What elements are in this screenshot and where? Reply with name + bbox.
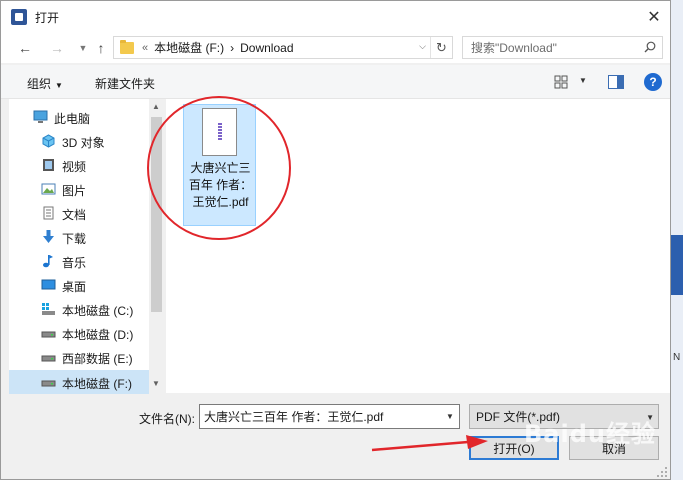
sidebar-item-music[interactable]: 音乐: [9, 249, 149, 273]
search-box[interactable]: [462, 36, 663, 59]
sidebar-item-documents[interactable]: 文档: [9, 201, 149, 225]
organize-menu[interactable]: 组织 ▼: [27, 75, 63, 92]
drive-c-icon: [42, 303, 55, 315]
search-icon[interactable]: [644, 41, 656, 53]
address-bar[interactable]: « 本地磁盘 (F:) › Download ⌵ ↻: [113, 36, 453, 59]
back-button[interactable]: ←: [15, 38, 35, 58]
watermark-logo: Baidu经验: [524, 420, 656, 448]
sidebar-item-this-pc[interactable]: 此电脑: [9, 105, 149, 129]
chevron-down-icon: ▼: [78, 43, 88, 53]
sidebar-item-label: 图片: [62, 184, 87, 198]
video-icon: [43, 159, 54, 171]
address-dropdown-icon[interactable]: ⌵: [419, 41, 426, 52]
filename-combobox[interactable]: 大唐兴亡三百年 作者：王觉仁.pdf ▼: [199, 404, 460, 429]
view-options-icon[interactable]: [554, 75, 568, 89]
sidebar-item-label: 西部数据 (E:): [62, 352, 133, 366]
preview-pane-icon[interactable]: [608, 75, 624, 89]
breadcrumb-drive-f[interactable]: 本地磁盘 (F:): [154, 39, 224, 56]
dialog-title: 打开: [35, 10, 60, 25]
close-icon: ✕: [647, 9, 661, 26]
background-panel: [671, 235, 683, 295]
sidebar-item-label: 音乐: [62, 256, 87, 270]
background-app-edge: N: [671, 0, 683, 480]
download-icon: [43, 230, 54, 243]
sidebar-item-downloads[interactable]: 下载: [9, 225, 149, 249]
arrow-right-icon: →: [50, 40, 64, 56]
scroll-down-icon[interactable]: ▼: [152, 379, 160, 388]
sidebar-item-label: 视频: [62, 160, 87, 174]
drive-icon: [41, 331, 56, 338]
refresh-icon: ↻: [436, 39, 447, 55]
annotation-arrow-icon: [371, 435, 488, 452]
sidebar-item-label: 本地磁盘 (C:): [62, 304, 134, 318]
open-file-dialog: 打开 ✕ ← → ▼ ↑ « 本地磁盘 (F:) › Download ⌵ ↻: [0, 0, 671, 480]
sidebar-item-label: 3D 对象: [62, 136, 105, 150]
navigation-pane: 此电脑 3D 对象 视频 图片 文档 下载 音乐 桌面 本地磁盘 (C:) 本地…: [9, 99, 164, 394]
sidebar-item-label: 桌面: [62, 280, 87, 294]
computer-icon: [33, 110, 48, 123]
background-text: N: [673, 352, 681, 363]
new-folder-button[interactable]: 新建文件夹: [95, 75, 155, 92]
sidebar-item-pictures[interactable]: 图片: [9, 177, 149, 201]
refresh-button[interactable]: ↻: [430, 37, 452, 58]
sidebar-item-drive-e[interactable]: 西部数据 (E:): [9, 345, 149, 369]
sidebar-item-label: 此电脑: [54, 112, 91, 126]
sidebar-item-3d-objects[interactable]: 3D 对象: [9, 129, 149, 153]
picture-icon: [41, 183, 56, 195]
sidebar-item-videos[interactable]: 视频: [9, 153, 149, 177]
document-icon: [43, 206, 54, 220]
forward-button[interactable]: →: [47, 38, 67, 58]
desktop-icon: [41, 279, 56, 290]
music-icon: [43, 255, 53, 268]
filename-input[interactable]: 大唐兴亡三百年 作者：王觉仁.pdf: [204, 408, 383, 425]
drive-icon: [41, 380, 56, 387]
view-dropdown-icon[interactable]: ▼: [579, 76, 587, 85]
breadcrumb-overflow-icon[interactable]: «: [142, 42, 148, 54]
filename-label: 文件名(N):: [139, 412, 195, 426]
close-button[interactable]: ✕: [642, 5, 666, 29]
annotation-circle: [147, 96, 291, 240]
breadcrumb-arrow-icon[interactable]: ›: [230, 41, 234, 55]
sidebar-item-drive-c[interactable]: 本地磁盘 (C:): [9, 297, 149, 321]
scroll-up-icon[interactable]: ▲: [152, 102, 160, 111]
title-bar: 打开 ✕: [1, 1, 670, 33]
up-button[interactable]: ↑: [91, 38, 111, 58]
arrow-up-icon: ↑: [97, 40, 105, 56]
resize-grip-icon[interactable]: [656, 466, 668, 478]
sidebar-item-drive-f[interactable]: 本地磁盘 (F:): [9, 370, 149, 394]
command-bar: 组织 ▼ 新建文件夹 ▼ ?: [1, 65, 670, 99]
chevron-down-icon: ▼: [55, 81, 63, 90]
app-icon: [11, 9, 27, 25]
cube-3d-icon: [42, 134, 55, 148]
address-row: ← → ▼ ↑ « 本地磁盘 (F:) › Download ⌵ ↻: [1, 33, 670, 63]
sidebar-item-label: 本地磁盘 (D:): [62, 328, 134, 342]
recent-locations-dropdown[interactable]: ▼: [73, 38, 93, 58]
chevron-down-icon[interactable]: ▼: [441, 405, 459, 428]
help-icon[interactable]: ?: [644, 73, 662, 91]
folder-icon: [120, 39, 134, 54]
arrow-left-icon: ←: [18, 40, 32, 56]
search-input[interactable]: [471, 40, 636, 55]
sidebar-item-label: 下载: [62, 232, 87, 246]
sidebar-item-label: 文档: [62, 208, 87, 222]
sidebar-item-desktop[interactable]: 桌面: [9, 273, 149, 297]
sidebar-item-label: 本地磁盘 (F:): [62, 377, 132, 391]
drive-icon: [41, 355, 56, 362]
breadcrumb-download[interactable]: Download: [240, 41, 293, 55]
organize-label: 组织: [27, 77, 52, 91]
sidebar-item-drive-d[interactable]: 本地磁盘 (D:): [9, 321, 149, 345]
